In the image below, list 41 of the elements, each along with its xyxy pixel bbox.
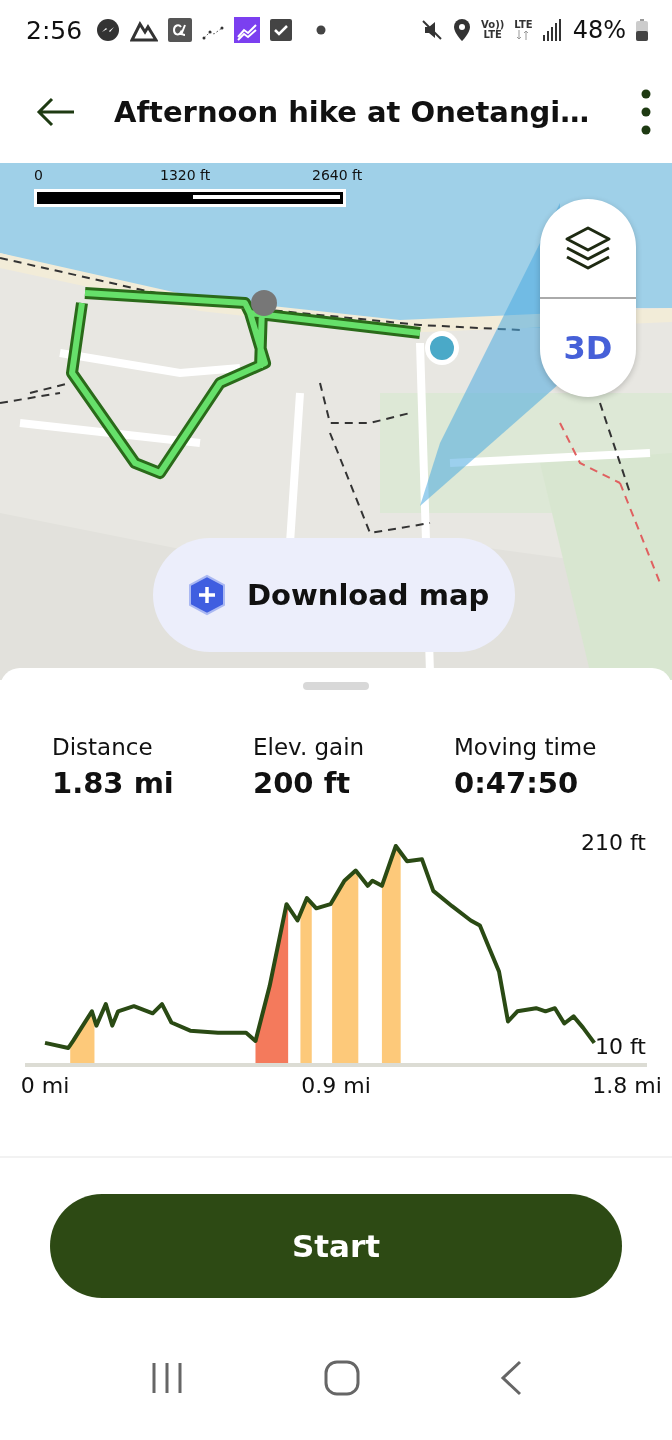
screen-title: Afternoon hike at Onetangi… <box>114 94 591 129</box>
mute-icon <box>421 19 444 41</box>
alpha-icon <box>168 18 193 42</box>
layers-icon <box>564 225 612 271</box>
volte-label: Vo)) <box>481 20 505 30</box>
volte-label: LTE <box>483 30 502 40</box>
axis-label: 210 ft <box>581 830 646 855</box>
more-menu-icon[interactable] <box>640 88 652 135</box>
3d-button[interactable]: 3D <box>540 299 636 397</box>
scale-label: 2640 ft <box>312 167 363 183</box>
battery-icon <box>636 19 648 41</box>
back-icon[interactable] <box>500 1360 522 1396</box>
stat-value: 0:47:50 <box>454 766 580 800</box>
signal-icon <box>542 19 563 41</box>
stat-value: 1.83 mi <box>52 766 175 800</box>
location-icon <box>453 18 472 42</box>
clock-time: 2:56 <box>26 15 83 45</box>
home-icon[interactable] <box>324 1360 360 1396</box>
shield-plus-icon <box>187 574 227 616</box>
axis-label: 10 ft <box>595 1034 646 1059</box>
download-map-button[interactable]: Download map <box>153 538 515 652</box>
stat-label: Moving time <box>454 734 598 760</box>
network-label: LTE <box>514 20 533 30</box>
axis-label: 0 mi <box>20 1073 70 1098</box>
back-arrow-icon[interactable] <box>36 96 76 127</box>
stat-value: 200 ft <box>253 766 352 800</box>
recent-apps-icon[interactable] <box>150 1361 184 1395</box>
scale-label: 0 <box>34 167 43 183</box>
stat-label: Elev. gain <box>253 734 366 760</box>
dot-icon <box>316 25 327 35</box>
chart-app-icon <box>234 17 261 43</box>
axis-label: 0.9 mi <box>301 1073 371 1098</box>
messenger-icon <box>96 18 121 42</box>
sheet-handle[interactable] <box>303 682 369 690</box>
battery-percent: 48% <box>572 16 626 44</box>
data-arrows-icon <box>516 30 531 40</box>
start-button[interactable]: Start <box>50 1194 622 1298</box>
scale-label: 1320 ft <box>160 167 211 183</box>
stat-label: Distance <box>52 734 154 760</box>
checkbox-icon <box>270 19 293 41</box>
axis-label: 1.8 mi <box>592 1073 662 1098</box>
